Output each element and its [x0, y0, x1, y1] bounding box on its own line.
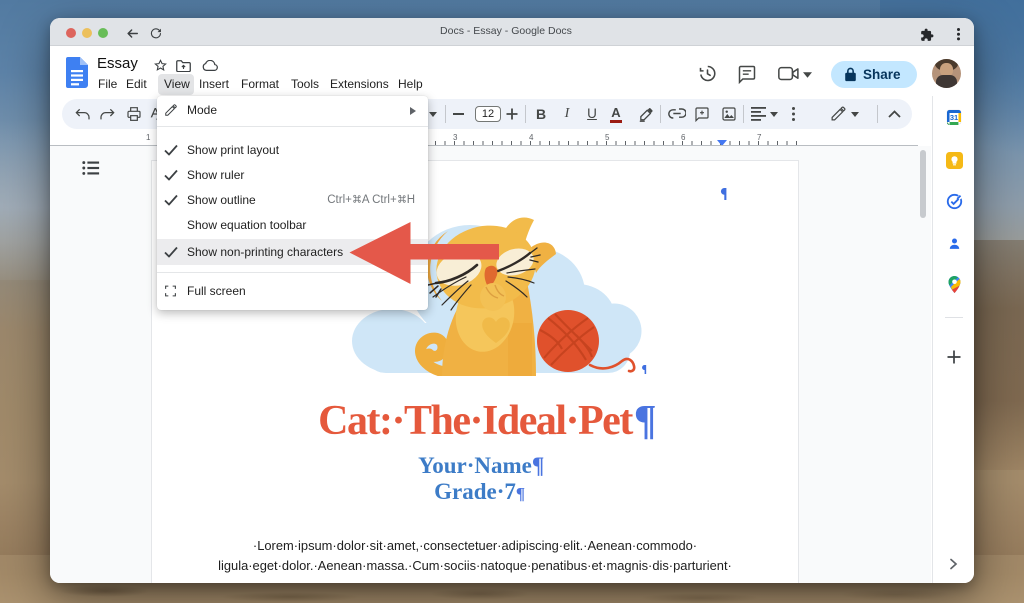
svg-text:31: 31 [950, 113, 958, 122]
